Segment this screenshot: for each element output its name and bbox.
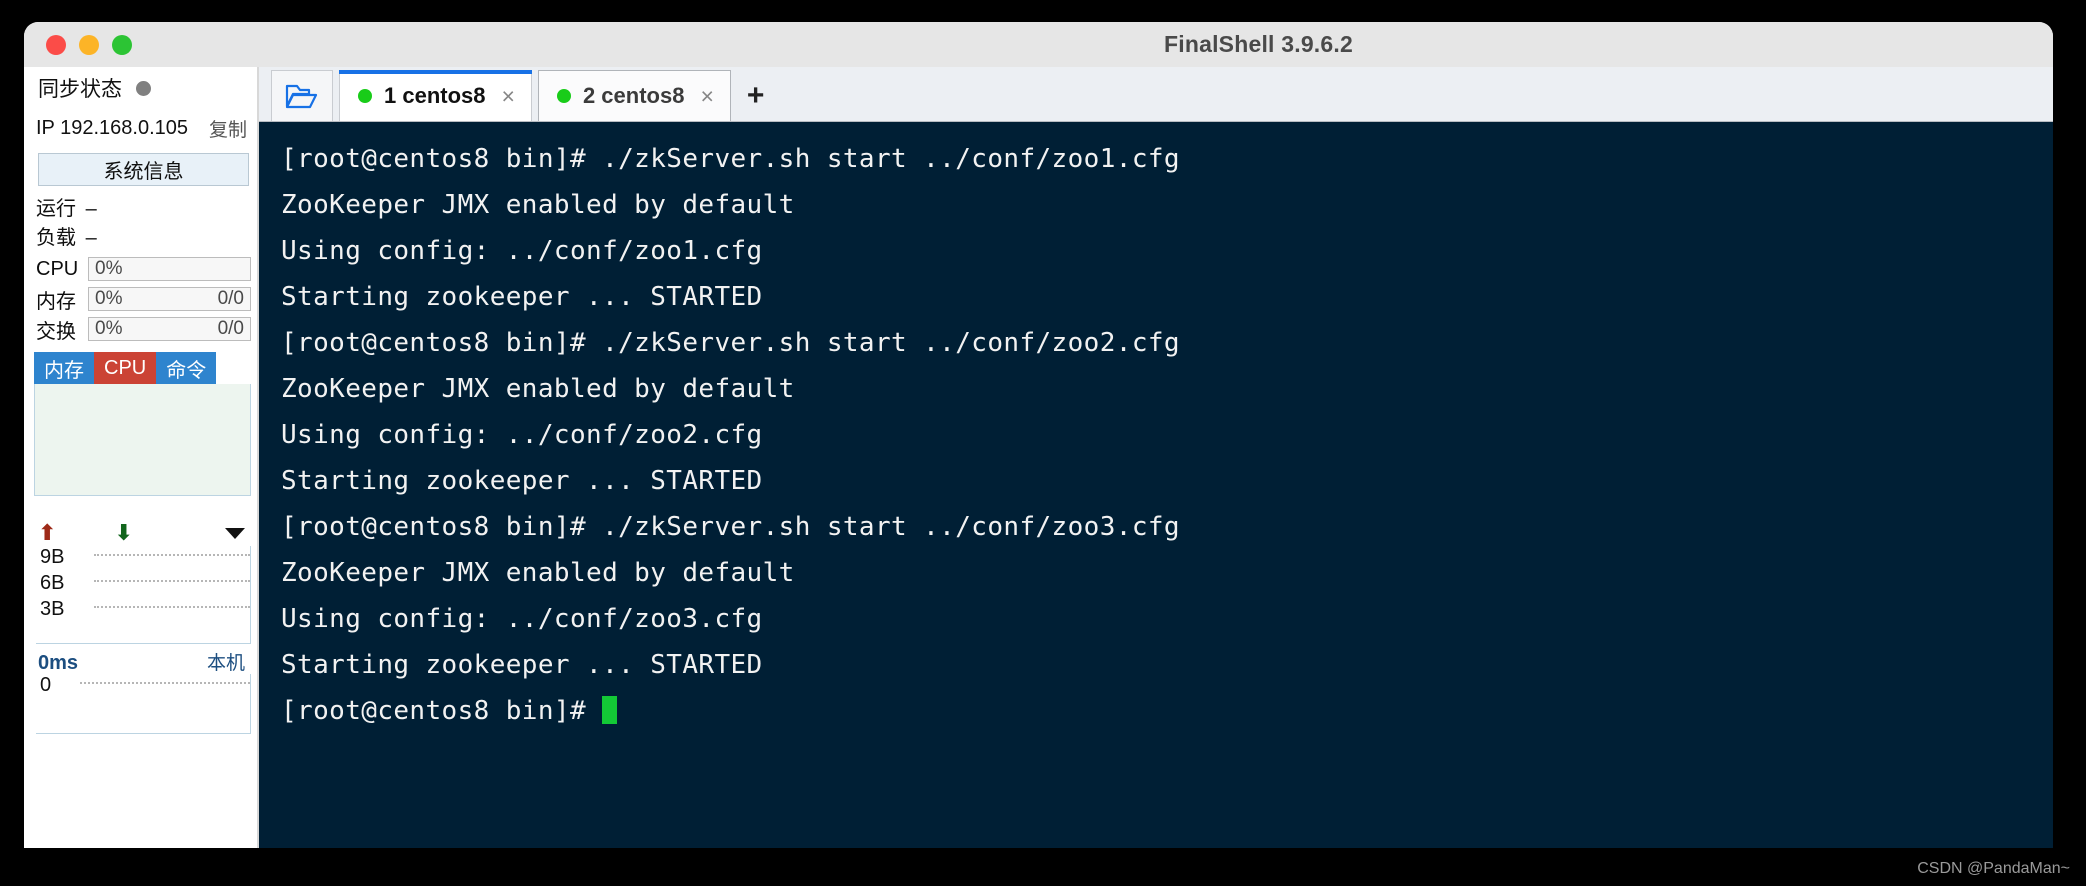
terminal-line: Using config: ../conf/zoo2.cfg xyxy=(281,420,763,450)
terminal-line: [root@centos8 bin]# ./zkServer.sh start … xyxy=(281,144,1180,174)
copy-ip-button[interactable]: 复制 xyxy=(209,115,247,142)
sync-status-row: 同步状态 xyxy=(34,67,251,109)
meter-swap: 交换 0% 0/0 xyxy=(34,315,251,343)
terminal-tab-1-label: 1 centos8 xyxy=(384,83,486,108)
tab-status-dot xyxy=(358,89,372,103)
terminal-line: Starting zookeeper ... STARTED xyxy=(281,650,763,680)
meter-swap-label: 交换 xyxy=(36,320,76,343)
terminal-line: ZooKeeper JMX enabled by default xyxy=(281,374,795,404)
network-monitor-header: ⬆ ⬇ xyxy=(34,520,251,546)
ping-latency-value: 0ms xyxy=(38,652,79,674)
meter-swap-bar: 0% 0/0 xyxy=(88,317,251,341)
network-y-label-6b: 6B xyxy=(40,572,65,594)
tab-status-dot xyxy=(556,89,571,103)
terminal-line: [root@centos8 bin]# ./zkServer.sh start … xyxy=(281,328,1180,358)
terminal-output[interactable]: [root@centos8 bin]# ./zkServer.sh start … xyxy=(259,122,2053,848)
sidebar-stat-list: 运行 – 负载 – xyxy=(34,195,251,253)
open-folder-icon xyxy=(285,84,318,109)
close-tab-1-button[interactable]: × xyxy=(502,83,515,110)
terminal-tab-2-label: 2 centos8 xyxy=(582,83,685,108)
sync-status-dot xyxy=(136,80,151,96)
sidebar: 同步状态 IP 192.168.0.105 复制 系统信息 运行 – 负载 – xyxy=(24,67,259,848)
network-monitor-section: ⬆ ⬇ 9B 6B 3B 0ms 本机 0 xyxy=(34,520,251,734)
ip-row: IP 192.168.0.105 复制 xyxy=(34,109,251,147)
meter-memory-percent: 0% xyxy=(95,288,123,309)
panel-tab-cpu[interactable]: CPU xyxy=(94,352,157,384)
add-tab-button[interactable]: + xyxy=(731,70,781,121)
meter-memory-detail: 0/0 xyxy=(217,288,244,309)
open-folder-button[interactable] xyxy=(271,70,333,121)
window-body: 同步状态 IP 192.168.0.105 复制 系统信息 运行 – 负载 – xyxy=(24,67,2053,848)
network-y-label-9b: 9B xyxy=(40,546,65,568)
stat-uptime: 运行 – xyxy=(36,195,251,224)
terminal-line: Starting zookeeper ... STARTED xyxy=(281,282,763,312)
stat-load-value: – xyxy=(85,227,97,249)
stat-load: 负载 – xyxy=(36,224,251,253)
ping-header: 0ms 本机 xyxy=(34,644,251,674)
stat-uptime-label: 运行 xyxy=(36,198,76,220)
watermark: CSDN @PandaMan~ xyxy=(1917,860,2070,877)
network-traffic-graph: 9B 6B 3B xyxy=(36,546,251,644)
meter-cpu-label: CPU xyxy=(36,257,79,280)
chevron-down-icon[interactable] xyxy=(225,527,245,539)
close-tab-2-button[interactable]: × xyxy=(700,83,713,110)
terminal-tab-1[interactable]: 1 centos8 × xyxy=(339,70,532,121)
terminal-line: Using config: ../conf/zoo1.cfg xyxy=(281,236,763,266)
terminal-tab-2[interactable]: 2 centos8 × xyxy=(537,70,731,121)
panel-tab-command[interactable]: 命令 xyxy=(156,352,217,384)
stat-load-label: 负载 xyxy=(36,227,76,249)
sidebar-panel-tabs: 内存 CPU 命令 xyxy=(34,352,251,384)
terminal-line: Starting zookeeper ... STARTED xyxy=(281,466,763,496)
sidebar-divider xyxy=(257,67,259,848)
sync-status-label: 同步状态 xyxy=(38,78,122,101)
stat-uptime-value: – xyxy=(85,198,97,220)
network-y-label-3b: 3B xyxy=(40,598,65,620)
terminal-cursor xyxy=(602,696,618,724)
meter-memory-bar: 0% 0/0 xyxy=(88,287,251,311)
system-info-button[interactable]: 系统信息 xyxy=(38,153,249,186)
ping-latency-graph: 0 xyxy=(36,674,251,734)
meter-cpu-bar: 0% xyxy=(88,257,251,281)
terminal-prompt: [root@centos8 bin]# xyxy=(281,696,603,726)
terminal-prompt-line: [root@centos8 bin]# xyxy=(281,688,2053,734)
arrow-up-icon: ⬆ xyxy=(38,520,57,545)
ping-y-label-0: 0 xyxy=(40,674,52,696)
meter-cpu-percent: 0% xyxy=(95,258,123,279)
meter-cpu: CPU 0% xyxy=(34,255,251,283)
terminal-line: ZooKeeper JMX enabled by default xyxy=(281,190,795,220)
meter-swap-percent: 0% xyxy=(95,318,123,339)
finalshell-window: FinalShell 3.9.6.2 同步状态 IP 192.168.0.105… xyxy=(24,22,2053,848)
right-pane: 1 centos8 × 2 centos8 × + [root@centos8 … xyxy=(259,67,2053,848)
panel-tab-memory[interactable]: 内存 xyxy=(34,352,94,384)
arrow-down-icon: ⬇ xyxy=(114,520,133,545)
window-title: FinalShell 3.9.6.2 xyxy=(1164,31,1353,57)
meter-swap-detail: 0/0 xyxy=(217,318,244,339)
window-titlebar: FinalShell 3.9.6.2 xyxy=(24,22,2053,67)
terminal-tabbar: 1 centos8 × 2 centos8 × + xyxy=(259,67,2053,122)
sidebar-panel-body xyxy=(34,384,251,496)
ping-host-label[interactable]: 本机 xyxy=(207,648,245,675)
terminal-line: ZooKeeper JMX enabled by default xyxy=(281,558,795,588)
meter-memory: 内存 0% 0/0 xyxy=(34,285,251,313)
terminal-line: Using config: ../conf/zoo3.cfg xyxy=(281,604,763,634)
terminal-line: [root@centos8 bin]# ./zkServer.sh start … xyxy=(281,512,1180,542)
meter-memory-label: 内存 xyxy=(36,290,76,313)
ip-address-label: IP 192.168.0.105 xyxy=(36,116,188,139)
